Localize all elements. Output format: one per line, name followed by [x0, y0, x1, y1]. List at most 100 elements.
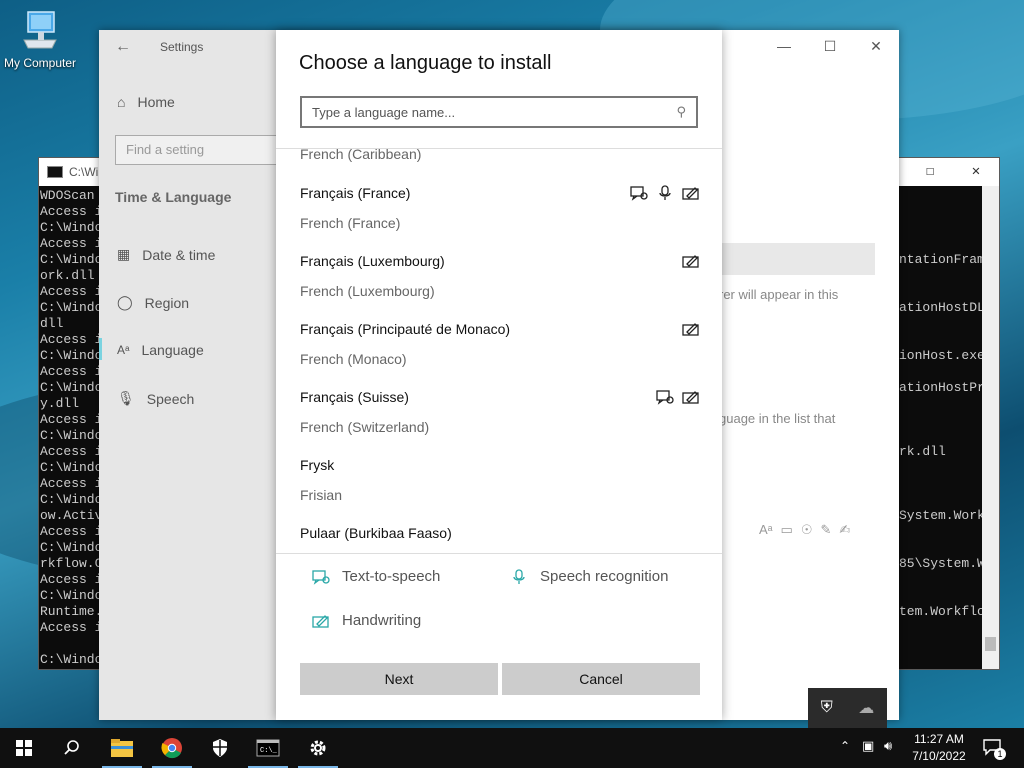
desktop-icon-label: My Computer	[3, 56, 77, 70]
cmd-line: C:\Windo	[40, 252, 103, 267]
folder-icon	[111, 739, 133, 757]
search-button[interactable]	[48, 728, 96, 768]
gear-icon	[310, 740, 326, 756]
maximize-button[interactable]: ☐	[807, 30, 853, 62]
scrollbar-thumb[interactable]	[985, 637, 996, 651]
minimize-button[interactable]: —	[761, 30, 807, 62]
speech-recognition-icon	[656, 185, 674, 201]
close-button[interactable]: ✕	[853, 30, 899, 62]
language-list-item[interactable]: Français (Suisse) French (Switzerland)	[300, 389, 700, 435]
calendar-icon: ▦	[117, 246, 131, 262]
cmd-line: dll	[40, 316, 64, 331]
feature-icons	[630, 185, 700, 201]
nav-label: Date & time	[142, 246, 216, 263]
cmd-line: Access i	[40, 364, 103, 379]
command-prompt-button[interactable]: C:\_	[244, 728, 292, 768]
computer-icon	[22, 8, 58, 52]
legend-handwriting: Handwriting	[312, 612, 421, 629]
cmd-line: Runtime.	[40, 604, 103, 619]
language-list-item[interactable]: Français (Principauté de Monaco) French (…	[300, 321, 700, 367]
language-list-item[interactable]: Français (France) French (France)	[300, 185, 700, 231]
handwriting-icon	[312, 613, 330, 629]
cmd-icon	[47, 166, 63, 178]
text-to-speech-icon	[656, 389, 674, 405]
windows-icon	[16, 740, 32, 756]
cmd-line: C:\Windo	[40, 588, 103, 603]
tray-overflow-popup[interactable]: ⛨ ☁	[808, 688, 887, 728]
chevron-up-icon[interactable]: ⌃	[840, 739, 850, 753]
language-list-item[interactable]: Français (Luxembourg) French (Luxembourg)	[300, 253, 700, 299]
cmd-line: y.dll	[40, 396, 80, 411]
terminal-icon: C:\_	[256, 739, 280, 757]
background-text: rer will appear in this	[719, 287, 839, 302]
cmd-line: Access i	[40, 444, 103, 459]
nav-home[interactable]: ⌂ Home	[117, 94, 175, 110]
network-icon[interactable]: ▣	[862, 738, 874, 754]
nav-region[interactable]: ◯ Region	[117, 294, 189, 311]
language-name: Frysk	[300, 457, 335, 473]
notification-badge: 1	[994, 748, 1006, 760]
cmd-line: C:\Windo	[40, 492, 103, 507]
language-name: Français (Luxembourg)	[300, 253, 445, 269]
legend-label: Handwriting	[342, 612, 422, 629]
security-tray-icon[interactable]: ⛨	[821, 699, 833, 717]
cmd-line: Access i	[40, 332, 103, 347]
clock-date: 7/10/2022	[912, 749, 966, 763]
language-icon: Aᵃ	[117, 343, 130, 357]
language-name: Français (Principauté de Monaco)	[300, 321, 511, 337]
cmd-line: C:\Windo	[40, 428, 103, 443]
language-list-item[interactable]: Frysk Frisian	[300, 457, 700, 503]
cmd-line: Access i	[40, 236, 103, 251]
dialog-title: Choose a language to install	[299, 52, 552, 74]
cmd-line: Access i	[40, 204, 103, 219]
volume-icon[interactable]: 🔊︎	[884, 738, 892, 754]
nav-language[interactable]: Aᵃ Language	[117, 342, 204, 358]
legend-label: Text-to-speech	[342, 568, 441, 585]
clock[interactable]: 11:27 AM 7/10/2022	[906, 731, 972, 765]
onedrive-icon[interactable]: ☁	[858, 698, 874, 718]
language-english-name: Frisian	[300, 487, 343, 503]
back-arrow-icon[interactable]: ←	[115, 38, 131, 56]
next-button[interactable]: Next	[300, 663, 498, 695]
start-button[interactable]	[0, 728, 48, 768]
legend-speech: Speech recognition	[510, 568, 668, 585]
maximize-button[interactable]: ☐	[907, 158, 953, 186]
section-title: Time & Language	[115, 189, 232, 205]
handwriting-icon	[682, 185, 700, 201]
language-english-name: French (Switzerland)	[300, 419, 430, 435]
language-list[interactable]: French (Caribbean) Français (France) Fren…	[276, 148, 722, 554]
handwriting-icon	[682, 389, 700, 405]
cmd-line: Access i	[40, 620, 103, 635]
cmd-line: Access i	[40, 524, 103, 539]
cmd-output-left: WDOScan Access i C:\Windo Access i C:\Windo o…	[40, 188, 102, 668]
background-list-row[interactable]	[719, 243, 875, 275]
legend-label: Speech recognition	[540, 568, 669, 585]
chrome-button[interactable]	[148, 728, 196, 768]
background-text: guage in the list that	[719, 411, 836, 426]
nav-date-time[interactable]: ▦ Date & time	[117, 246, 215, 263]
handwriting-icon	[682, 253, 700, 269]
list-item-partial[interactable]: French (Caribbean)	[300, 149, 700, 162]
nav-label: Region	[144, 294, 190, 311]
cmd-line: Access i	[40, 476, 103, 491]
choose-language-dialog[interactable]: Choose a language to install Type a lang…	[276, 30, 722, 720]
language-list-item[interactable]: Pulaar (Burkibaa Faaso)	[300, 525, 700, 541]
my-computer-desktop-icon[interactable]: My Computer	[2, 8, 78, 70]
cmd-scrollbar[interactable]	[982, 186, 999, 669]
file-explorer-button[interactable]	[98, 728, 146, 768]
security-button[interactable]	[196, 728, 244, 768]
language-english-name: French (Luxembourg)	[300, 283, 435, 299]
cancel-button[interactable]: Cancel	[502, 663, 700, 695]
notification-center-button[interactable]: 1	[982, 738, 1006, 760]
language-search-input[interactable]: Type a language name... ⚲	[300, 96, 698, 128]
settings-button[interactable]	[294, 728, 342, 768]
feature-icons	[682, 321, 700, 337]
close-button[interactable]: ✕	[953, 158, 999, 186]
search-placeholder: Type a language name...	[312, 104, 456, 120]
cmd-line: C:\Windo	[40, 300, 103, 315]
find-setting-input[interactable]: Find a setting	[115, 135, 285, 165]
cmd-line: Access i	[40, 412, 103, 427]
nav-speech[interactable]: 🎙︎ Speech	[117, 390, 194, 407]
legend-tts: Text-to-speech	[312, 568, 440, 585]
cmd-line: C:\Windo	[40, 652, 103, 667]
